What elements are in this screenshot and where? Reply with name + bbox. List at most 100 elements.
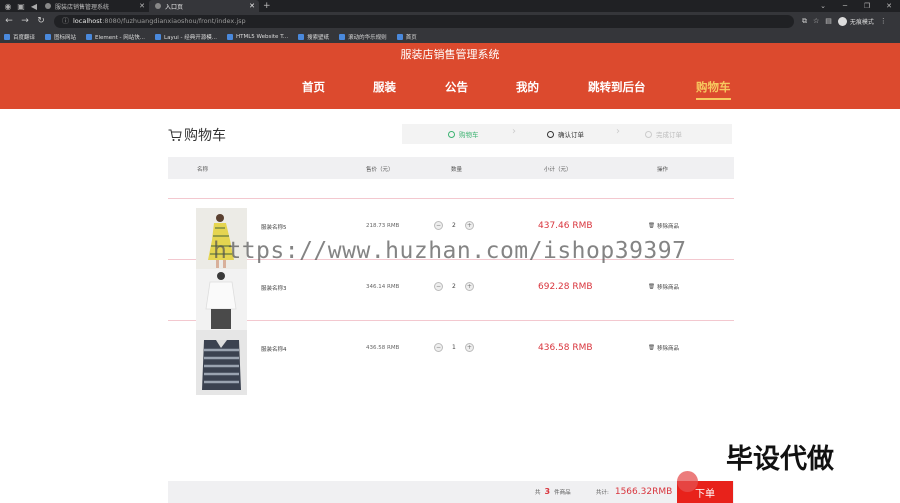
nav-mine[interactable]: 我的	[516, 79, 539, 95]
tab-entry[interactable]: 入口页 ✕	[149, 0, 259, 12]
chevron-right-icon: ›	[512, 126, 516, 137]
window-controls: ⌄ ─ ❐ ✕	[812, 0, 900, 12]
decrement-button[interactable]: −	[434, 221, 443, 230]
extensions-icon[interactable]: ▤	[825, 17, 832, 25]
nav-clothing[interactable]: 服装	[373, 79, 396, 95]
bookmark-label: 首页	[405, 34, 417, 41]
bookmark-label: 搜索壁纸	[307, 34, 330, 41]
col-action: 操作	[657, 167, 669, 173]
toolbar-actions: ⧉ ☆ ▤ 无痕模式 ⋮	[802, 16, 887, 26]
back-icon[interactable]: ←	[2, 16, 16, 26]
increment-button[interactable]: +	[464, 282, 474, 291]
main-nav: 首页 服装 公告 我的 跳转到后台 购物车	[0, 79, 900, 101]
profile-label: 无痕模式	[849, 18, 874, 26]
bookmark-item[interactable]: 首页	[396, 33, 417, 41]
bookmark-item[interactable]: Element - 网站快...	[86, 33, 145, 41]
reload-icon[interactable]: ↻	[34, 16, 48, 26]
remove-item-button[interactable]: 🗑 移除商品	[648, 344, 679, 352]
quantity-value[interactable]: 1	[452, 344, 456, 351]
nav-notice[interactable]: 公告	[445, 79, 468, 95]
cart-row: 服装名称3 346.14 RMB − 2 + 692.28 RMB 🗑 移除商品	[168, 260, 734, 330]
product-price: 346.14 RMB	[366, 284, 400, 290]
bookmark-item[interactable]: 百度翻译	[4, 33, 35, 41]
check-circle-icon	[448, 130, 455, 138]
cart-row: 服装名称4 436.58 RMB − 1 + 436.58 RMB 🗑 移除商品	[168, 321, 734, 395]
bookmark-icon	[4, 33, 10, 40]
close-window-icon[interactable]: ✕	[878, 0, 900, 12]
trash-icon: 🗑	[648, 284, 655, 290]
bookmark-icon	[45, 33, 52, 40]
bookmark-item[interactable]: 滚动的华乐规则	[339, 33, 387, 41]
bookmark-item[interactable]: 搜索壁纸	[298, 33, 329, 41]
url-path: :8080/fuzhuangdianxiaoshou/front/index.j…	[102, 17, 246, 25]
quantity-value[interactable]: 2	[452, 222, 456, 229]
bookmark-item[interactable]: 图标网站	[45, 33, 76, 41]
product-name[interactable]: 服装名称5	[261, 223, 287, 231]
step-label: 确认订单	[558, 131, 584, 139]
bookmark-icon	[298, 33, 305, 40]
nav-backend[interactable]: 跳转到后台	[588, 79, 646, 95]
step-label: 购物车	[459, 131, 479, 139]
url-host: localhost	[73, 17, 103, 25]
product-name[interactable]: 服装名称4	[261, 345, 287, 353]
new-tab-icon[interactable]: +	[263, 1, 271, 11]
nav-home[interactable]: 首页	[302, 79, 325, 95]
bookmark-item[interactable]: Layui - 经典开源模...	[155, 33, 217, 41]
step-complete: 完成订单	[645, 129, 682, 139]
bookmark-item[interactable]: HTML5 Website T...	[226, 33, 289, 40]
decrement-button[interactable]: −	[434, 282, 443, 291]
bookmark-icon	[155, 33, 162, 40]
tab-admin[interactable]: 服装店销售管理系统 ✕	[39, 0, 149, 12]
item-subtotal: 437.46 RMB	[538, 221, 593, 231]
tab-title: 入口页	[165, 3, 184, 11]
browser-menu-icon[interactable]: ◉	[3, 1, 13, 11]
watermark-text: 毕设代做	[726, 444, 834, 475]
product-price: 436.58 RMB	[366, 345, 400, 351]
col-name: 名称	[197, 167, 209, 173]
bookmark-star-icon[interactable]: ☆	[813, 17, 819, 25]
product-image[interactable]	[196, 330, 247, 395]
audio-tab-icon[interactable]: ◀	[29, 1, 39, 11]
close-tab-icon[interactable]: ✕	[249, 2, 255, 10]
quantity-value[interactable]: 2	[452, 283, 456, 290]
trash-icon: 🗑	[648, 223, 655, 229]
increment-button[interactable]: +	[464, 221, 474, 230]
chevron-right-icon: ›	[616, 126, 620, 137]
minimize-icon[interactable]: ─	[834, 0, 856, 12]
more-menu-icon[interactable]: ⋮	[880, 17, 887, 25]
remove-label: 移除商品	[656, 285, 679, 291]
increment-button[interactable]: +	[464, 343, 474, 352]
step-confirm: 确认订单	[547, 129, 584, 139]
bookmark-icon	[86, 33, 93, 40]
remove-item-button[interactable]: 🗑 移除商品	[648, 222, 679, 230]
bookmark-label: HTML5 Website T...	[235, 33, 289, 40]
quantity-stepper: − 2 +	[434, 282, 474, 291]
bookmark-icon	[396, 33, 403, 40]
col-qty: 数量	[451, 167, 463, 173]
quantity-stepper: − 1 +	[434, 343, 474, 352]
checkout-steps: 购物车 › 确认订单 › 完成订单	[402, 124, 732, 144]
site-title: 服装店销售管理系统	[400, 48, 500, 61]
remove-item-button[interactable]: 🗑 移除商品	[648, 283, 679, 291]
cursor-highlight	[677, 471, 698, 492]
cart-footer: 共 3 件商品 共计: 1566.32RMB 下单	[168, 481, 734, 503]
info-icon[interactable]: ⓘ	[62, 16, 69, 26]
nav-cart[interactable]: 购物车	[696, 79, 731, 100]
product-name[interactable]: 服装名称3	[261, 284, 287, 292]
close-tab-icon[interactable]: ✕	[139, 2, 145, 10]
decrement-button[interactable]: −	[434, 343, 443, 352]
remove-label: 移除商品	[656, 346, 679, 352]
forward-icon[interactable]: →	[18, 16, 32, 26]
pinned-tab-icon[interactable]: ▣	[16, 1, 26, 11]
cart-title: 购物车	[184, 128, 226, 144]
count-value: 3	[544, 487, 551, 496]
maximize-icon[interactable]: ❐	[856, 0, 878, 12]
tab-search-icon[interactable]: ⌄	[812, 0, 834, 12]
remove-label: 移除商品	[656, 224, 679, 230]
bookmark-label: 滚动的华乐规则	[348, 34, 387, 41]
url-input[interactable]: ⓘ localhost:8080/fuzhuangdianxiaoshou/fr…	[54, 14, 794, 28]
circle-icon	[645, 130, 652, 138]
translate-icon[interactable]: ⧉	[802, 17, 807, 26]
profile-button[interactable]: 无痕模式	[837, 16, 874, 26]
tab-favicon-icon	[155, 3, 161, 9]
